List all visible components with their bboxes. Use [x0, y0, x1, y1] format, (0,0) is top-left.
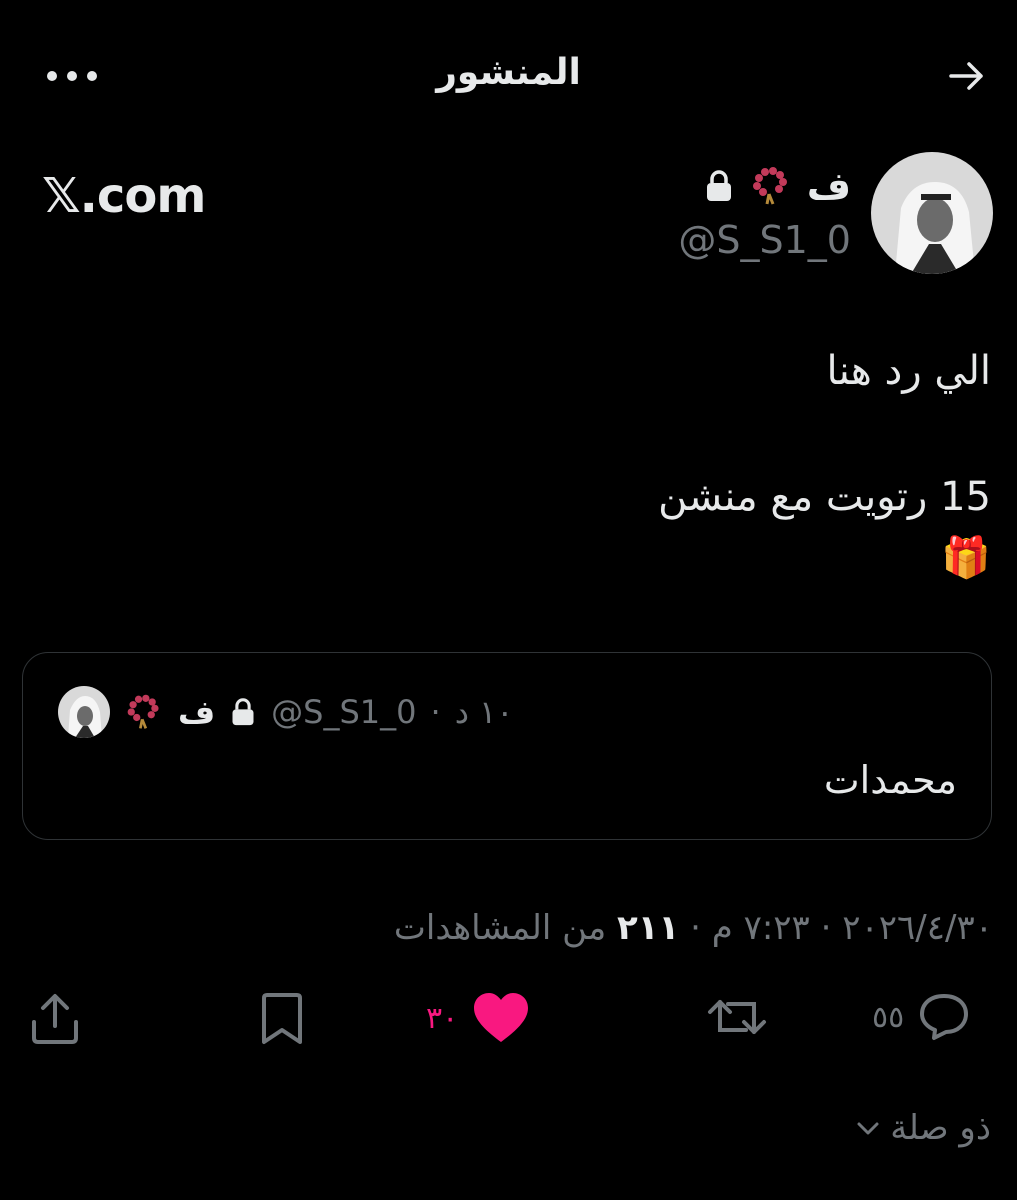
share-button[interactable]	[30, 992, 80, 1046]
quoted-author-handle: @S_S1_0	[271, 693, 417, 731]
heart-icon	[474, 993, 529, 1042]
quoted-post-text: محمدات	[823, 758, 957, 802]
quoted-post-card[interactable]	[22, 652, 992, 840]
chevron-down-icon	[857, 1122, 879, 1135]
author-name: ف	[806, 164, 851, 208]
retweet-icon	[708, 1000, 766, 1034]
lock-icon	[706, 170, 731, 201]
prayer-beads-icon	[752, 167, 787, 205]
reply-icon	[920, 994, 969, 1040]
retweet-button[interactable]	[706, 992, 768, 1042]
quoted-post-time: ١٠ د	[454, 693, 514, 731]
post-text-line-2: 15 رتويت مع منشن	[658, 474, 991, 520]
views-count: ٢١١	[617, 908, 680, 948]
page-title: المنشور	[436, 52, 581, 93]
bookmark-button[interactable]	[258, 992, 306, 1046]
reply-count: ٥٥	[872, 999, 905, 1035]
post-time: ٧:٢٣ م	[711, 908, 810, 948]
avatar[interactable]	[871, 152, 993, 274]
post-meta: ٢٠٢٦/٤/٣٠ · ٧:٢٣ م · ٢١١ من المشاهدات	[394, 908, 993, 948]
share-icon	[32, 994, 78, 1044]
views-label: من المشاهدات	[393, 908, 607, 948]
meta-separator: ·	[690, 908, 701, 948]
watermark: 𝕏.com	[42, 168, 206, 224]
more-dots-icon[interactable]	[46, 66, 98, 86]
bookmark-icon	[262, 993, 302, 1044]
separator-dot: ·	[430, 693, 441, 731]
quoted-avatar	[58, 686, 110, 738]
arrow-right-icon[interactable]	[947, 56, 987, 96]
post-text-line-1: الي رد هنا	[826, 348, 991, 394]
meta-separator: ·	[820, 908, 832, 948]
quoted-post-header: ف @S_S1_0 · ١٠ د	[58, 686, 513, 738]
like-button[interactable]: ٣٠	[426, 992, 530, 1044]
lock-icon	[232, 698, 254, 726]
related-label: ذو صلة	[890, 1108, 991, 1148]
author-name-row[interactable]: ف	[703, 164, 851, 208]
like-count: ٣٠	[426, 1000, 459, 1036]
author-handle[interactable]: @S_S1_0	[678, 218, 851, 262]
post-date: ٢٠٢٦/٤/٣٠	[842, 908, 993, 948]
related-toggle[interactable]: ذو صلة	[856, 1108, 991, 1148]
prayer-beads-icon	[127, 694, 159, 729]
quoted-author-name: ف	[178, 693, 216, 731]
gift-emoji: 🎁	[941, 535, 991, 581]
reply-button[interactable]: ٥٥	[872, 992, 970, 1042]
